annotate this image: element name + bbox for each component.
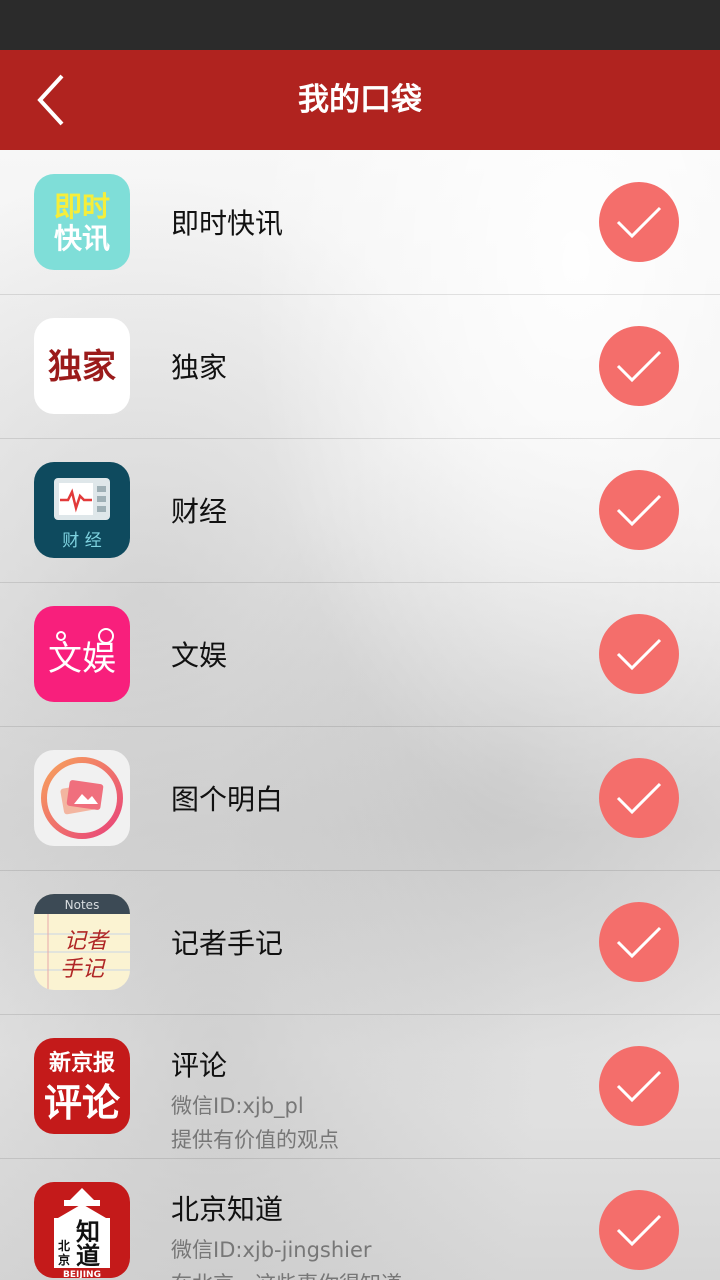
item-wechat-id: 微信ID:xjb-jingshier (171, 1238, 372, 1262)
wenyu-icon: 文娱 (34, 606, 130, 702)
dujia-icon: 独家 (34, 318, 130, 414)
item-description: 在北京，这些事你得知道 (171, 1268, 402, 1280)
item-label: 独家 (171, 351, 228, 384)
list-item-jizhe-shouji[interactable]: Notes 记者 手记 记者手记 (0, 870, 720, 1015)
item-label: 评论 (171, 1049, 228, 1082)
list-item-caijing[interactable]: 财 经 财经 (0, 438, 720, 583)
caijing-icon: 财 经 (34, 462, 130, 558)
checkmark-icon (616, 206, 662, 239)
svg-text:财 经: 财 经 (62, 531, 101, 551)
item-label: 文娱 (171, 639, 228, 672)
item-wechat-id: 微信ID:xjb_pl (171, 1094, 304, 1118)
svg-text:BEIJING: BEIJING (63, 1270, 101, 1278)
check-toggle[interactable] (599, 470, 679, 550)
page-title: 我的口袋 (298, 82, 422, 118)
check-toggle[interactable] (599, 1046, 679, 1126)
list-item-dujia[interactable]: 独家 独家 (0, 294, 720, 439)
notes-icon: Notes 记者 手记 (34, 894, 130, 990)
check-toggle[interactable] (599, 182, 679, 262)
checkmark-icon (616, 782, 662, 815)
svg-text:京: 京 (58, 1252, 70, 1267)
jishi-kuaixun-icon: 即时 快讯 (34, 174, 130, 270)
item-label: 即时快讯 (171, 207, 284, 240)
pocket-list: 即时 快讯 即时快讯 独家 独家 财 经 财经 文娱 文娱 图个明白 Notes… (0, 150, 720, 1280)
svg-text:记者: 记者 (64, 929, 111, 954)
svg-text:道: 道 (76, 1241, 100, 1270)
svg-text:评论: 评论 (44, 1080, 121, 1125)
check-toggle[interactable] (599, 614, 679, 694)
check-toggle[interactable] (599, 902, 679, 982)
svg-text:Notes: Notes (65, 898, 100, 912)
checkmark-icon (616, 1214, 662, 1247)
svg-text:即时: 即时 (54, 190, 110, 223)
checkmark-icon (616, 926, 662, 959)
top-bar: 我的口袋 (0, 50, 720, 150)
item-description: 提供有价值的观点 (171, 1128, 339, 1152)
list-item-tuge-mingbai[interactable]: 图个明白 (0, 726, 720, 871)
checkmark-icon (616, 638, 662, 671)
item-label: 记者手记 (171, 927, 284, 960)
check-toggle[interactable] (599, 326, 679, 406)
status-bar (0, 0, 720, 50)
svg-text:手记: 手记 (60, 957, 106, 982)
list-item-pinglun[interactable]: 新京报 评论 评论 微信ID:xjb_pl 提供有价值的观点 (0, 1014, 720, 1159)
checkmark-icon (616, 1070, 662, 1103)
svg-text:新京报: 新京报 (49, 1050, 115, 1076)
checkmark-icon (616, 494, 662, 527)
item-label: 北京知道 (171, 1193, 284, 1226)
checkmark-icon (616, 350, 662, 383)
svg-text:快讯: 快讯 (54, 222, 110, 255)
beijing-zhidao-icon: 知 道 北 京 BEIJING (34, 1182, 130, 1278)
list-item-jishi-kuaixun[interactable]: 即时 快讯 即时快讯 (0, 150, 720, 295)
pinglun-icon: 新京报 评论 (34, 1038, 130, 1134)
item-label: 图个明白 (171, 783, 284, 816)
check-toggle[interactable] (599, 1190, 679, 1270)
list-item-beijing-zhidao[interactable]: 知 道 北 京 BEIJING 北京知道 微信ID:xjb-jingshier … (0, 1158, 720, 1280)
svg-text:文娱: 文娱 (48, 639, 116, 679)
item-label: 财经 (171, 495, 228, 528)
svg-text:北: 北 (58, 1238, 70, 1253)
photo-icon (34, 750, 130, 846)
svg-text:独家: 独家 (48, 347, 116, 387)
check-toggle[interactable] (599, 758, 679, 838)
list-item-wenyu[interactable]: 文娱 文娱 (0, 582, 720, 727)
